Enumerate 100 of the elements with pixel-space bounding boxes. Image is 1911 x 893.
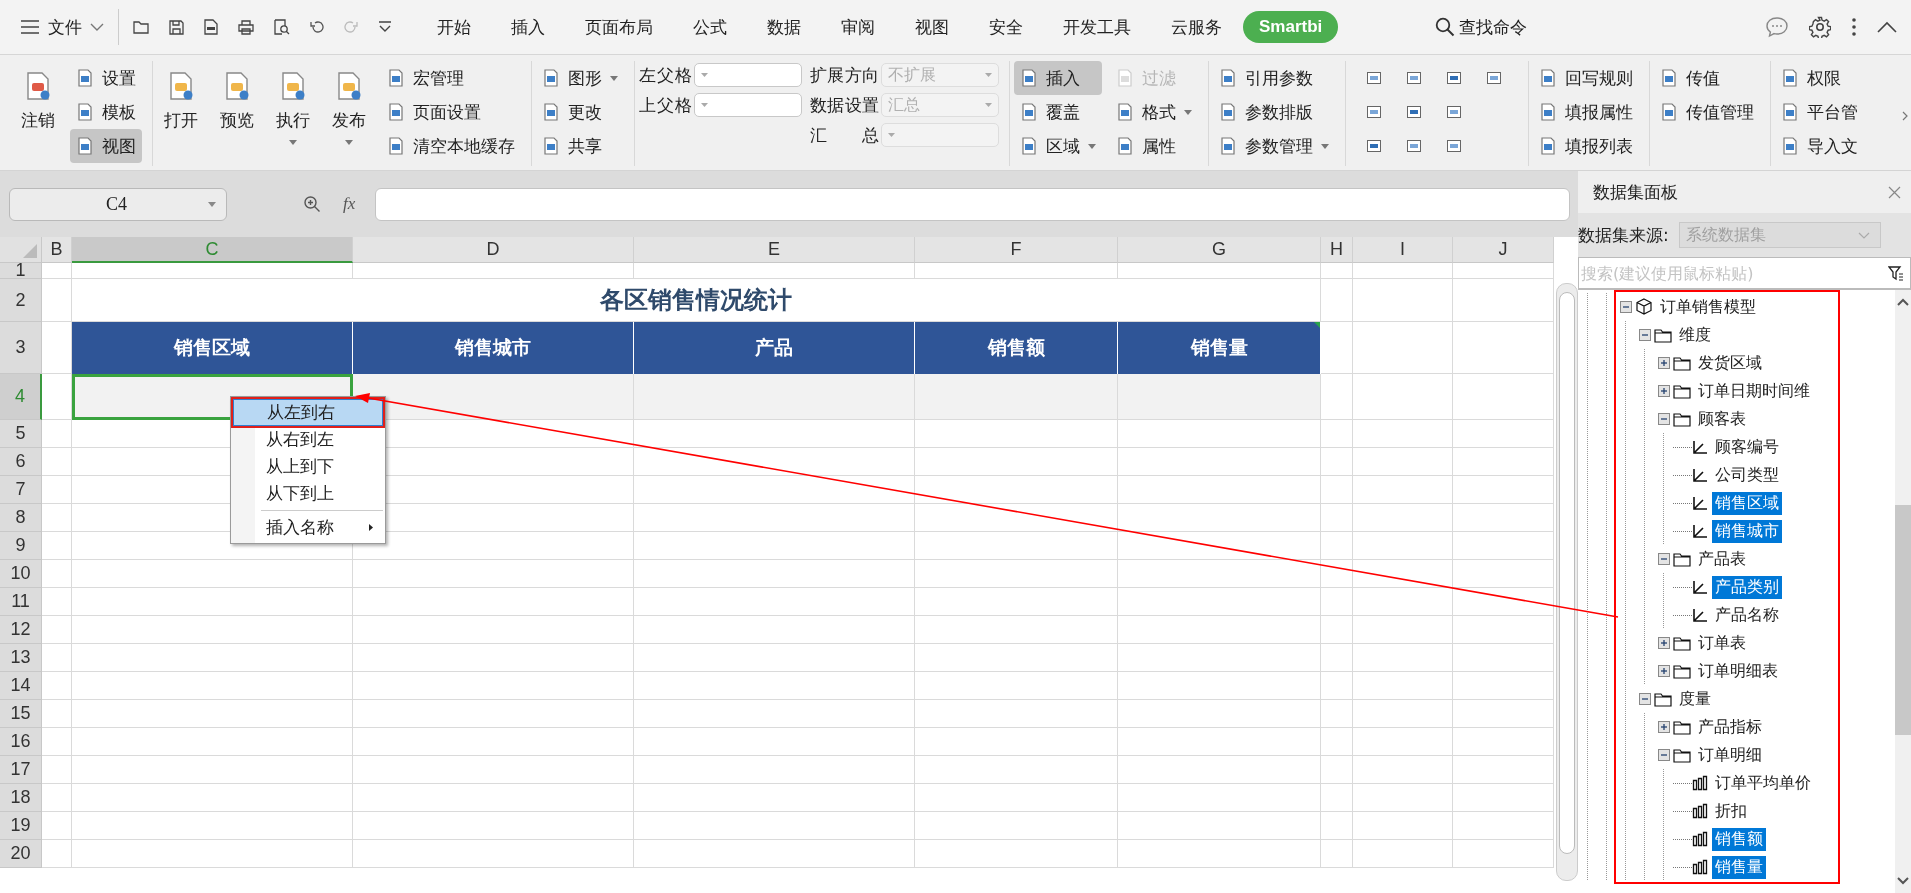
table-cell[interactable] [1118, 476, 1321, 504]
expander-icon[interactable] [1638, 329, 1651, 341]
ribbon-button[interactable]: 填报属性 [1533, 95, 1640, 129]
table-cell[interactable] [1118, 700, 1321, 728]
table-cell[interactable] [915, 504, 1118, 532]
table-cell[interactable] [915, 263, 1118, 279]
table-cell[interactable] [1453, 263, 1554, 279]
tree-item[interactable]: 产品指标 [1695, 715, 1765, 739]
tree-item[interactable]: 度量 [1676, 687, 1714, 711]
table-cell[interactable] [634, 784, 915, 812]
tree-item[interactable]: 订单日期时间维 [1695, 379, 1813, 403]
table-cell[interactable] [1453, 728, 1554, 756]
table-cell[interactable] [1453, 420, 1554, 448]
table-cell[interactable] [634, 504, 915, 532]
ribbon-button[interactable]: 页面设置 [381, 95, 521, 129]
tree-item[interactable]: 销售额 [1712, 827, 1766, 851]
ribbon-button[interactable]: 执行 [269, 61, 317, 155]
table-cell[interactable] [915, 784, 1118, 812]
table-cell[interactable] [634, 616, 915, 644]
form-control-icon[interactable] [1446, 138, 1463, 154]
ribbon-button[interactable]: 参数排版 [1213, 95, 1336, 129]
table-cell[interactable] [1453, 812, 1554, 840]
table-cell[interactable] [634, 644, 915, 672]
table-cell[interactable] [1321, 784, 1353, 812]
table-cell[interactable] [634, 374, 915, 420]
table-cell[interactable] [72, 588, 353, 616]
dropdown-field[interactable] [693, 93, 802, 117]
table-cell[interactable] [1118, 616, 1321, 644]
ribbon-button[interactable]: 平台管 [1775, 95, 1865, 129]
table-cell[interactable] [634, 700, 915, 728]
table-cell[interactable] [1353, 279, 1453, 322]
table-cell[interactable] [42, 560, 72, 588]
table-cell[interactable] [72, 616, 353, 644]
table-cell[interactable] [353, 672, 634, 700]
ribbon-button[interactable]: 注销 [14, 61, 62, 142]
row-header[interactable]: 19 [0, 812, 42, 840]
ribbon-button[interactable]: 打开 [157, 61, 205, 142]
scroll-down-icon[interactable] [1897, 877, 1909, 885]
table-cell[interactable] [1453, 784, 1554, 812]
row-header[interactable]: 15 [0, 700, 42, 728]
ribbon-button[interactable]: 权限 [1775, 61, 1865, 95]
ribbon-button[interactable]: 格式 [1110, 95, 1199, 129]
menu-tab[interactable]: 开始 [418, 9, 490, 45]
table-cell[interactable] [72, 728, 353, 756]
table-cell[interactable] [915, 420, 1118, 448]
row-header[interactable]: 1 [0, 263, 42, 279]
table-cell[interactable] [72, 644, 353, 672]
table-cell[interactable] [1453, 672, 1554, 700]
tree-item[interactable]: 折扣 [1712, 799, 1750, 823]
table-cell[interactable] [1353, 588, 1453, 616]
table-cell[interactable] [1353, 756, 1453, 784]
table-cell[interactable] [1353, 420, 1453, 448]
tree-item[interactable]: 产品表 [1695, 547, 1749, 571]
expander-icon[interactable] [1657, 665, 1670, 677]
row-header[interactable]: 11 [0, 588, 42, 616]
expander-icon[interactable] [1657, 385, 1670, 397]
table-cell[interactable] [1321, 588, 1353, 616]
table-cell[interactable] [1453, 616, 1554, 644]
table-cell[interactable] [353, 560, 634, 588]
column-header[interactable]: I [1353, 237, 1453, 263]
table-cell[interactable] [1353, 700, 1453, 728]
table-cell[interactable] [42, 784, 72, 812]
menu-tab[interactable]: 安全 [970, 9, 1042, 45]
ribbon-button[interactable]: 填报列表 [1533, 129, 1640, 163]
tree-item[interactable]: 产品类别 [1712, 575, 1782, 599]
vertical-scrollbar[interactable] [1895, 290, 1911, 893]
ribbon-button[interactable]: 覆盖 [1014, 95, 1103, 129]
column-header[interactable]: F [915, 237, 1118, 263]
table-cell[interactable] [1453, 560, 1554, 588]
table-cell[interactable] [1453, 644, 1554, 672]
table-cell[interactable] [1453, 322, 1554, 374]
table-cell[interactable] [1353, 728, 1453, 756]
table-cell[interactable] [1353, 476, 1453, 504]
menu-tab[interactable]: 插入 [492, 9, 564, 45]
menu-tab[interactable]: 页面布局 [566, 9, 672, 45]
collapse-icon[interactable] [1877, 21, 1897, 33]
save-icon[interactable] [169, 19, 184, 35]
table-cell[interactable] [1321, 322, 1353, 374]
table-cell[interactable] [1353, 840, 1453, 868]
table-cell[interactable] [42, 672, 72, 700]
table-cell[interactable] [72, 672, 353, 700]
tree-item[interactable]: 销售区域 [1712, 491, 1782, 515]
table-cell[interactable] [42, 420, 72, 448]
tree-item[interactable]: 订单表 [1695, 631, 1749, 655]
table-cell[interactable] [353, 756, 634, 784]
table-cell[interactable] [1118, 644, 1321, 672]
ribbon-button[interactable]: 预览 [213, 61, 261, 142]
expander-icon[interactable] [1657, 413, 1670, 425]
table-cell[interactable] [1453, 476, 1554, 504]
customize-icon[interactable] [378, 21, 392, 33]
form-control-icon[interactable] [1406, 70, 1423, 86]
table-cell[interactable] [1453, 840, 1554, 868]
table-cell[interactable] [634, 756, 915, 784]
table-cell[interactable] [42, 840, 72, 868]
search-input[interactable]: 搜索(建议使用鼠标粘贴) [1579, 263, 1863, 283]
form-control-icon[interactable] [1366, 138, 1383, 154]
table-cell[interactable] [1321, 840, 1353, 868]
row-header[interactable]: 2 [0, 279, 42, 322]
menu-tab[interactable]: 数据 [748, 9, 820, 45]
table-cell[interactable] [915, 728, 1118, 756]
